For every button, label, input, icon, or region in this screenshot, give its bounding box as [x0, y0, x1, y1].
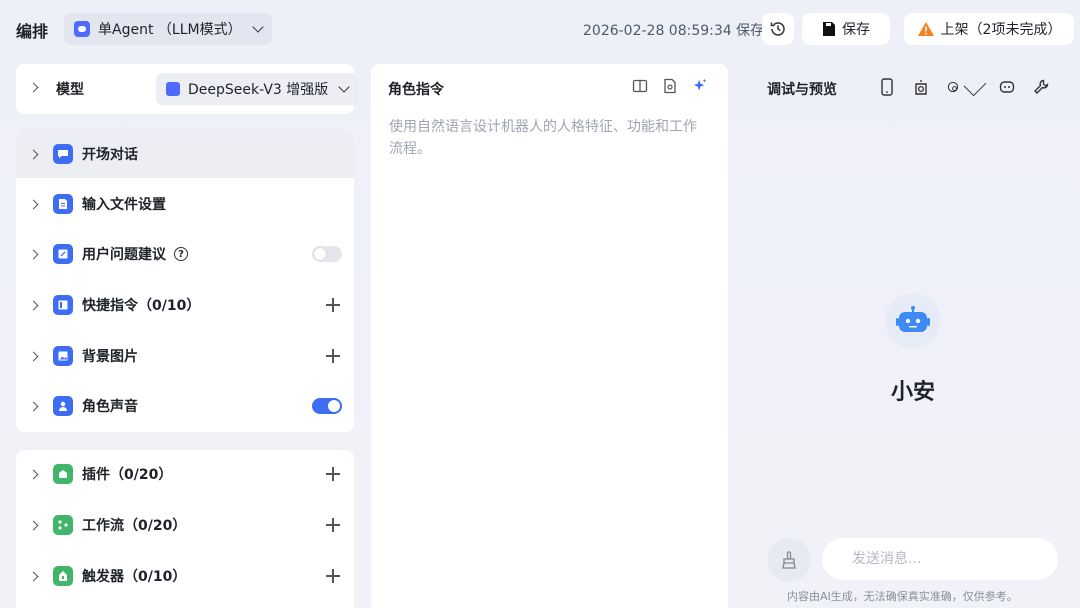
agent-mode-label: 单Agent （LLM模式）: [98, 22, 242, 38]
bot-alert-icon[interactable]: [912, 78, 930, 96]
save-button[interactable]: 保存: [802, 13, 890, 45]
question-suggestions-toggle[interactable]: [312, 246, 342, 262]
chevron-down-icon: [338, 81, 350, 93]
edit-note-icon: [53, 244, 73, 264]
skill-row-question-suggestions[interactable]: 用户问题建议 ?: [16, 230, 354, 278]
skill-label: 快捷指令（0/10）: [82, 298, 201, 314]
deepseek-model-icon: [166, 82, 180, 96]
chevron-right-icon: [28, 199, 39, 209]
add-workflow-icon[interactable]: [326, 518, 340, 532]
chevron-right-icon: [28, 469, 39, 479]
chevron-right-icon: [28, 520, 39, 530]
add-background-image-icon[interactable]: [326, 349, 340, 363]
debug-settings-icon[interactable]: [946, 73, 987, 97]
skill-label: 用户问题建议: [82, 247, 166, 263]
history-icon: [770, 22, 785, 36]
help-icon[interactable]: ?: [174, 247, 188, 261]
skill-row-shortcuts[interactable]: 快捷指令（0/10）: [16, 281, 354, 329]
chevron-right-icon: [28, 401, 39, 411]
ai-disclaimer: 内容由AI生成，无法确保真实准确，仅供参考。: [787, 590, 1018, 603]
chevron-right-icon: [28, 571, 39, 581]
save-button-label: 保存: [842, 22, 870, 38]
chat-bubble-icon: [53, 144, 73, 164]
wrench-icon[interactable]: [1032, 78, 1050, 96]
trigger-icon: [53, 566, 73, 586]
warning-icon: [917, 22, 934, 36]
role-instruction-title: 角色指令: [388, 82, 444, 98]
skill-row-background-image[interactable]: 背景图片: [16, 332, 354, 380]
split-view-icon[interactable]: [632, 78, 648, 94]
voice-input-button[interactable]: [767, 538, 811, 582]
preview-title: 调试与预览: [767, 82, 837, 98]
role-instruction-placeholder[interactable]: 使用自然语言设计机器人的人格特征、功能和工作流程。: [389, 116, 709, 160]
top-bar: 编排 单Agent （LLM模式） 2026-02-28 08:59:34 保存…: [0, 0, 1080, 58]
chevron-right-icon: [28, 149, 39, 159]
agent-mode-icon: [74, 21, 90, 37]
workflow-icon: [53, 515, 73, 535]
agent-mode-select[interactable]: 单Agent （LLM模式）: [64, 13, 272, 45]
bot-face-icon[interactable]: [998, 78, 1016, 96]
shortcut-icon: [53, 295, 73, 315]
skill-label: 输入文件设置: [82, 197, 166, 213]
role-instruction-panel: 角色指令 使用自然语言设计机器人的人格特征、功能和工作流程。: [371, 64, 728, 608]
broom-clear-icon: [782, 551, 796, 569]
message-input[interactable]: [822, 538, 1058, 580]
ai-sparkle-icon[interactable]: [692, 78, 708, 94]
tool-label: 插件（0/20）: [82, 467, 173, 483]
model-card: 模型 DeepSeek-V3 增强版: [16, 64, 358, 114]
chevron-right-icon: [28, 249, 39, 259]
chevron-down-icon: [252, 21, 264, 33]
skill-label: 开场对话: [82, 147, 138, 163]
tool-row-workflows[interactable]: 工作流（0/20）: [16, 501, 354, 549]
image-icon: [53, 346, 73, 366]
chevron-down-icon: [963, 73, 987, 97]
skill-row-input-file-settings[interactable]: 输入文件设置: [16, 180, 354, 228]
voice-person-icon: [53, 396, 73, 416]
skill-row-opening-dialog[interactable]: 开场对话: [16, 130, 354, 178]
bot-name: 小安: [890, 380, 935, 405]
history-button[interactable]: [762, 13, 794, 45]
add-shortcut-icon[interactable]: [326, 298, 340, 312]
chevron-right-icon[interactable]: [28, 82, 39, 93]
file-settings-icon: [53, 194, 73, 214]
add-plugin-icon[interactable]: [326, 467, 340, 481]
model-select-value: DeepSeek-V3 增强版: [188, 82, 329, 98]
chevron-right-icon: [28, 300, 39, 310]
publish-button[interactable]: 上架（2项未完成）: [904, 13, 1074, 45]
model-label: 模型: [56, 82, 84, 98]
plugin-icon: [53, 464, 73, 484]
robot-icon: [896, 306, 930, 332]
skill-row-voice[interactable]: 角色声音: [16, 382, 354, 430]
add-trigger-icon[interactable]: [326, 569, 340, 583]
template-icon[interactable]: [662, 78, 678, 94]
chevron-right-icon: [28, 351, 39, 361]
bot-avatar: [885, 293, 941, 349]
save-icon: [823, 22, 835, 36]
page-title: 编排: [16, 22, 49, 41]
publish-button-label: 上架（2项未完成）: [940, 22, 1062, 38]
skill-label: 角色声音: [82, 399, 138, 415]
mobile-preview-icon[interactable]: [878, 78, 896, 96]
last-saved-time: 2026-02-28 08:59:34 保存: [583, 23, 765, 39]
skill-label: 背景图片: [82, 349, 138, 365]
voice-toggle[interactable]: [312, 398, 342, 414]
tool-label: 触发器（0/10）: [82, 569, 187, 585]
tool-row-plugins[interactable]: 插件（0/20）: [16, 450, 354, 498]
model-select[interactable]: DeepSeek-V3 增强版: [156, 73, 358, 105]
tool-row-triggers[interactable]: 触发器（0/10）: [16, 552, 354, 600]
tool-label: 工作流（0/20）: [82, 518, 187, 534]
